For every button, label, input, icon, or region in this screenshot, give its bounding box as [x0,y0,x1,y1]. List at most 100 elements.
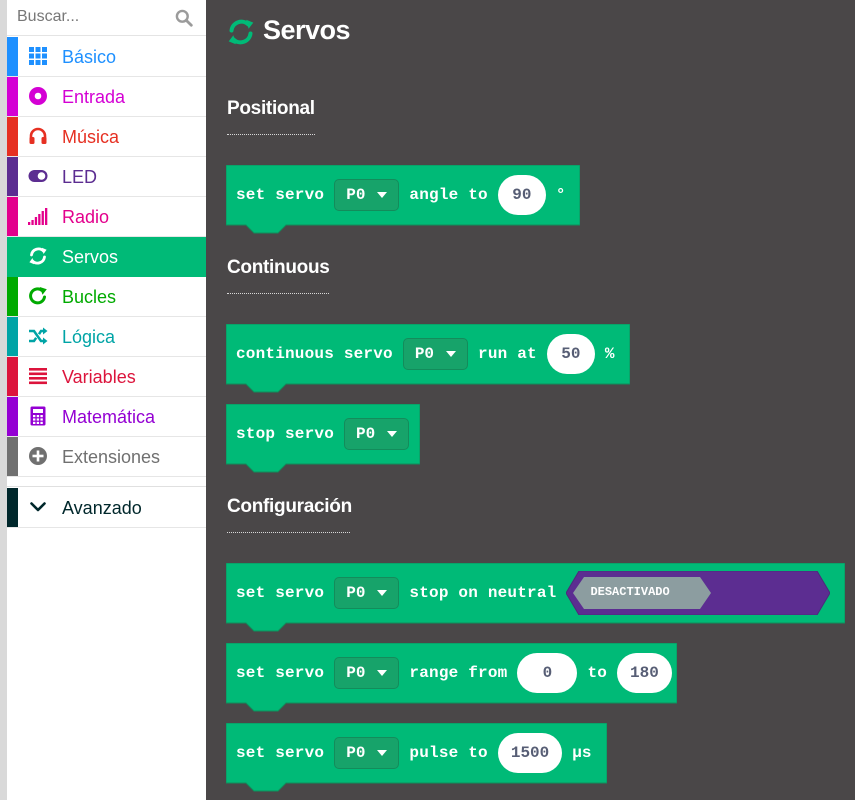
chevron-down-icon [28,497,48,517]
continuous-servo-block[interactable]: continuous servo P0 run at 50 % [226,324,630,393]
caret-down-icon [446,351,457,357]
sidebar-item-avanzado[interactable]: Avanzado [7,488,206,528]
sidebar-item-label: Extensiones [62,447,161,467]
sidebar-item-label: Avanzado [62,498,142,518]
block-keyword: set servo [236,584,325,602]
sidebar-edge [0,0,7,800]
unit-label: μs [572,744,592,762]
caret-down-icon [377,670,388,676]
sidebar-item-grid[interactable]: Básico [7,37,206,77]
sidebar-item-label: Bucles [62,287,117,307]
pin-dropdown[interactable]: P0 [334,737,400,769]
search-input[interactable] [17,6,167,28]
block-keyword: to [587,664,608,682]
category-stripe [7,197,18,236]
sidebar-item-toggle-switch[interactable]: LED [7,157,206,197]
category-stripe [7,277,18,316]
search-box [7,0,206,36]
sidebar-item-loop-arrow[interactable]: Bucles [7,277,206,317]
flyout-title-text: Servos [263,15,351,45]
caret-down-icon [377,590,388,596]
sidebar-item-signal-bars[interactable]: Radio [7,197,206,237]
group-underline [227,532,350,533]
set-servo-angle-block[interactable]: set servo P0 angle to 90 ° [226,165,580,234]
dropdown-value: P0 [356,425,376,443]
group-label-configuracion: Configuración [227,496,352,517]
category-stripe [7,437,18,476]
group-underline [227,134,315,135]
block-keyword: run at [478,345,537,363]
headphones-icon [28,126,48,146]
blocks-flyout: Servos Positional set servo P0 angle to … [206,0,855,800]
category-stripe [7,37,18,76]
category-stripe [7,77,18,116]
dropdown-value: P0 [346,584,366,602]
pin-dropdown[interactable]: P0 [334,577,400,609]
block-keyword: set servo [236,664,325,682]
number-value: 50 [561,345,581,363]
group-label-positional: Positional [227,98,315,119]
dropdown-value: P0 [346,186,366,204]
sidebar-item-headphones[interactable]: Música [7,117,206,157]
search-icon[interactable] [175,9,193,27]
category-stripe [7,157,18,196]
plus-circle-icon [28,446,48,466]
sidebar-item-label: Variables [62,367,136,387]
sidebar-item-label: Música [62,127,120,147]
toolbox-separator [7,477,206,487]
sidebar-item-label: Radio [62,207,110,227]
sidebar-item-label: LED [62,167,98,187]
list-lines-icon [28,366,48,386]
block-keyword: range from [409,664,508,682]
set-servo-range-block[interactable]: set servo P0 range from 0 to 180 [226,643,677,712]
number-value: 0 [542,664,553,682]
group-label-continuous: Continuous [227,257,330,278]
caret-down-icon [377,192,388,198]
signal-bars-icon [28,206,48,226]
sidebar-item-label: Lógica [62,327,116,347]
sidebar-item-label: Entrada [62,87,126,107]
number-value: 180 [630,664,659,682]
block-keyword: continuous servo [236,345,393,363]
sidebar-item-shuffle[interactable]: Lógica [7,317,206,357]
category-stripe [7,357,18,396]
set-servo-stop-on-neutral-block[interactable]: set servo P0 stop on neutral DESACTIVADO [226,563,845,632]
group-underline [227,293,329,294]
calculator-icon [28,406,48,426]
pin-dropdown[interactable]: P0 [334,179,400,211]
pulse-number-input[interactable]: 1500 [497,733,563,773]
pin-dropdown[interactable]: P0 [344,418,410,450]
dropdown-value: P0 [346,744,366,762]
toggle-label: DESACTIVADO [590,585,670,599]
neutral-toggle[interactable]: DESACTIVADO [566,571,831,615]
stop-servo-block[interactable]: stop servo P0 [226,404,420,473]
sidebar-item-target-circle[interactable]: Entrada [7,77,206,117]
sidebar-item-label: Matemática [62,407,156,427]
pin-dropdown[interactable]: P0 [334,657,400,689]
refresh-arrows-icon [28,246,48,266]
block-keyword: angle to [409,186,488,204]
speed-number-input[interactable]: 50 [546,334,595,374]
caret-down-icon [377,750,388,756]
category-stripe [7,397,18,436]
angle-number-input[interactable]: 90 [497,175,546,215]
sidebar-item-plus-circle[interactable]: Extensiones [7,437,206,477]
block-keyword: stop on neutral [409,584,557,602]
toggle-switch-icon [28,166,48,186]
dropdown-value: P0 [346,664,366,682]
range-from-input[interactable]: 0 [517,653,578,693]
target-circle-icon [28,86,48,106]
refresh-arrows-icon [228,19,254,45]
sidebar-item-refresh-arrows[interactable]: Servos [7,237,206,277]
category-stripe [7,317,18,356]
set-servo-pulse-block[interactable]: set servo P0 pulse to 1500 μs [226,723,607,792]
sidebar-item-list-lines[interactable]: Variables [7,357,206,397]
category-stripe [7,237,18,276]
block-keyword: set servo [236,186,325,204]
number-value: 90 [512,186,532,204]
range-to-input[interactable]: 180 [617,653,672,693]
unit-label: % [604,345,615,363]
pin-dropdown[interactable]: P0 [402,338,469,370]
number-value: 1500 [510,744,550,762]
sidebar-item-calculator[interactable]: Matemática [7,397,206,437]
